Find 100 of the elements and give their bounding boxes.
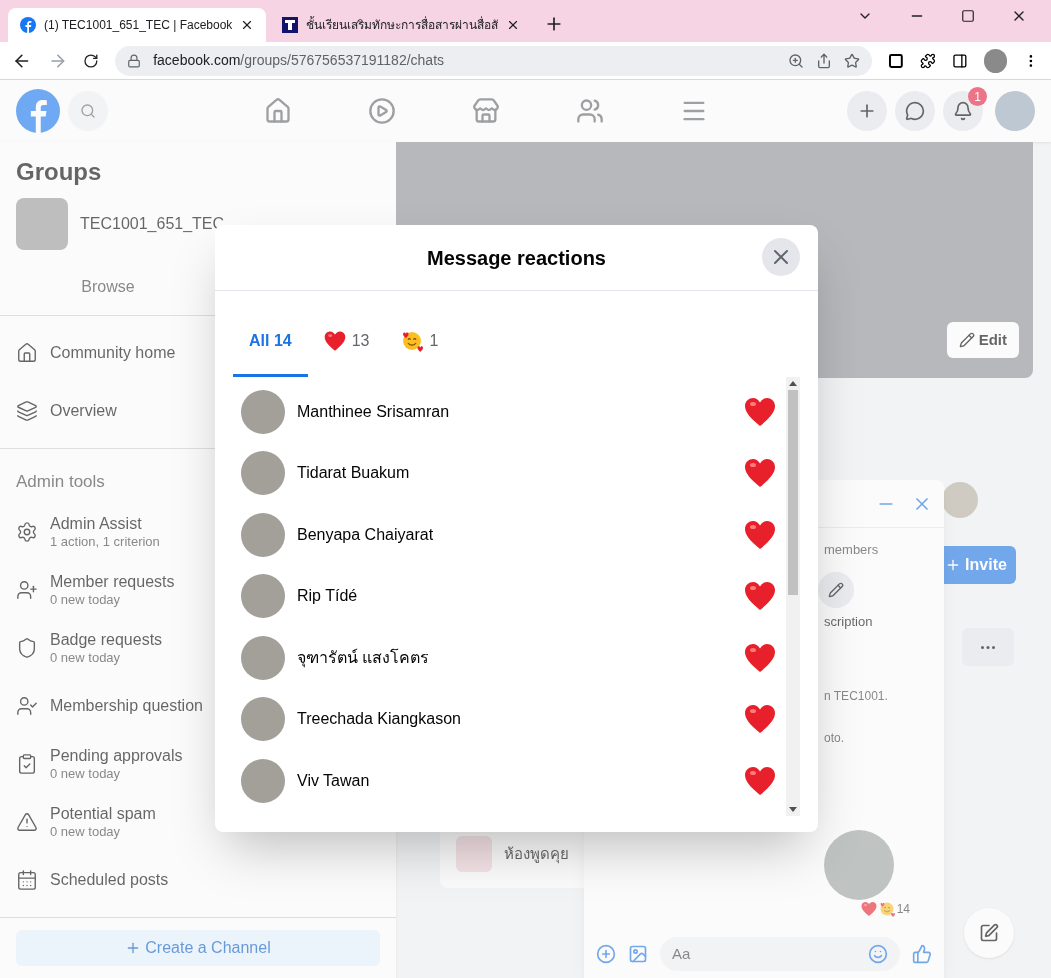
maximize-icon[interactable] xyxy=(961,9,975,23)
reload-icon[interactable] xyxy=(83,52,100,69)
scrollbar[interactable] xyxy=(786,377,800,816)
bell-icon xyxy=(953,101,973,121)
home-icon xyxy=(16,342,38,364)
avatar-photo xyxy=(241,635,285,680)
smiling-face-hearts-icon xyxy=(401,329,424,352)
heart-icon xyxy=(744,396,776,427)
message-field[interactable]: Aa xyxy=(660,937,900,971)
store-icon[interactable] xyxy=(472,97,500,125)
person-name: จุฑารัตน์ แสงโคตร xyxy=(297,647,431,670)
edit-description-button[interactable] xyxy=(818,571,854,608)
channel-icon xyxy=(456,836,492,872)
zoom-icon[interactable] xyxy=(788,52,805,69)
item-label: Admin Assist xyxy=(50,513,143,534)
scroll-down-icon[interactable] xyxy=(789,807,797,812)
url-text: facebook.com/groups/576756537191182/chats xyxy=(153,51,446,70)
scrollbar-thumb[interactable] xyxy=(788,390,798,595)
browser-tab[interactable]: ชั้นเรียนเสริมทักษะการสื่อสารผ่านสื่อสั xyxy=(270,8,533,42)
edit-button[interactable]: Edit xyxy=(946,322,1019,358)
heart-icon xyxy=(744,704,776,735)
notification-badge: 1 xyxy=(968,87,987,106)
person-plus-icon xyxy=(16,578,38,601)
pencil-icon xyxy=(958,332,975,348)
address-field[interactable]: facebook.com/groups/576756537191182/chats xyxy=(115,45,873,76)
thumbs-up-icon[interactable] xyxy=(912,944,932,964)
search-icon xyxy=(80,103,96,119)
messenger-icon xyxy=(905,101,925,121)
sidebar-tab[interactable]: Browse xyxy=(16,258,200,315)
item-subtitle: 1 action, 1 criterion xyxy=(50,533,160,550)
extensions-puzzle-icon[interactable] xyxy=(920,52,936,69)
profile-avatar[interactable] xyxy=(983,48,1008,73)
item-label: Scheduled posts xyxy=(50,869,169,890)
avatar-photo xyxy=(241,574,285,619)
person-name: Manthinee Srisamran xyxy=(297,401,451,422)
browser-tab[interactable]: (1) TEC1001_651_TEC | Facebook xyxy=(8,8,267,42)
avatar-photo xyxy=(241,512,285,557)
group-photo xyxy=(16,198,68,250)
close-button[interactable] xyxy=(762,238,800,276)
groups-icon[interactable] xyxy=(576,97,604,125)
channel-name: ห้องพูดคุย xyxy=(504,843,569,866)
video-icon[interactable] xyxy=(368,97,396,125)
person-check-icon xyxy=(16,694,38,717)
item-label: Overview xyxy=(50,401,117,421)
reaction-tab[interactable]: 1 xyxy=(385,307,455,377)
chat-text: n TEC1001. xyxy=(824,688,888,705)
item-subtitle: 0 new today xyxy=(50,765,122,782)
heart-icon xyxy=(744,642,776,673)
scroll-up-icon[interactable] xyxy=(789,381,797,386)
heart-icon xyxy=(744,458,776,489)
person-name: Tidarat Buakum xyxy=(297,463,411,484)
item-label: Pending approvals xyxy=(50,745,183,766)
person-name: Benyapa Chaiyarat xyxy=(297,524,435,545)
shield-icon xyxy=(16,636,38,659)
reaction-row[interactable]: Rip Tídé xyxy=(241,565,776,627)
reaction-row[interactable]: Tidarat Buakum xyxy=(241,442,776,504)
sidebar-item[interactable]: Scheduled posts xyxy=(0,850,396,909)
person-name: Rip Tídé xyxy=(297,586,359,607)
lock-icon xyxy=(127,53,142,68)
section-title: Admin tools xyxy=(16,471,105,493)
create-button[interactable] xyxy=(847,91,887,131)
home-icon[interactable] xyxy=(264,97,292,125)
reaction-row[interactable]: Manthinee Srisamran xyxy=(241,381,776,443)
avatar-photo xyxy=(241,389,285,434)
share-icon[interactable] xyxy=(816,52,833,69)
group-member-avatar xyxy=(942,482,978,518)
layers-icon xyxy=(16,400,38,422)
bookmark-star-icon[interactable] xyxy=(844,52,861,69)
heart-icon xyxy=(744,765,776,796)
heart-icon xyxy=(744,581,776,612)
reaction-tab[interactable]: All 14 xyxy=(233,307,308,377)
clipboard-icon xyxy=(16,752,38,775)
chat-text: oto. xyxy=(824,730,844,747)
side-panel-icon[interactable] xyxy=(951,52,968,69)
reaction-row[interactable]: จุฑารัตน์ แสงโคตร xyxy=(241,627,776,689)
item-label: Member requests xyxy=(50,571,175,592)
facebook-logo-icon xyxy=(20,17,36,33)
calendar-icon xyxy=(16,868,38,891)
reaction-row[interactable]: Benyapa Chaiyarat xyxy=(241,504,776,566)
item-label: Community home xyxy=(50,343,176,363)
reaction-row[interactable]: Treechada Kiangkason xyxy=(241,688,776,750)
warning-icon xyxy=(16,810,38,833)
description-label: scription xyxy=(824,612,873,631)
item-label: Potential spam xyxy=(50,803,156,824)
item-subtitle: 0 new today xyxy=(50,591,122,608)
heart-icon xyxy=(744,519,776,550)
composer-placeholder: Aa xyxy=(672,943,691,964)
site-logo-icon xyxy=(282,17,299,33)
extension-icon[interactable] xyxy=(888,52,905,69)
new-message-button[interactable] xyxy=(964,908,1014,958)
item-label: Badge requests xyxy=(50,629,163,650)
messenger-button[interactable] xyxy=(895,91,935,131)
smiling-face-hearts-icon xyxy=(878,901,895,917)
item-label: Membership question xyxy=(50,695,203,716)
reaction-count: 14 xyxy=(896,901,910,918)
reaction-tab[interactable]: 13 xyxy=(307,307,386,377)
tab-title: ชั้นเรียนเสริมทักษะการสื่อสารผ่านสื่อสั xyxy=(306,16,499,34)
gear-icon xyxy=(16,520,38,543)
item-subtitle: 0 new today xyxy=(50,823,122,840)
more-icon xyxy=(981,645,995,649)
